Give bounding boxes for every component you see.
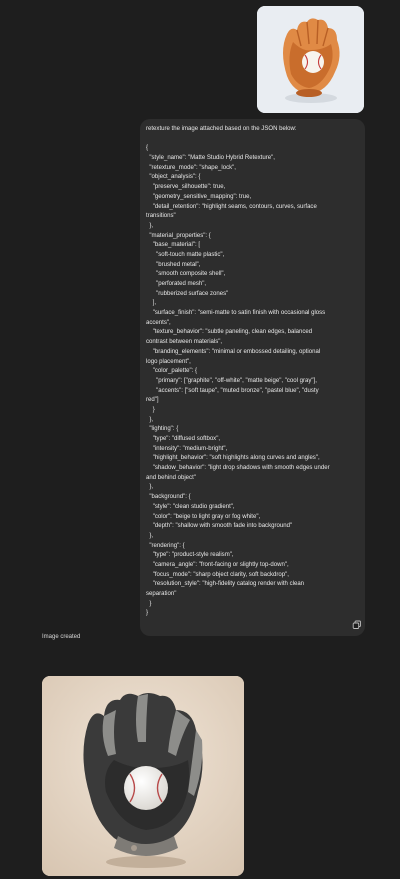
message-line: "style": "clean studio gradient", bbox=[146, 503, 235, 510]
message-line: "detail_retention": "highlight seams, co… bbox=[146, 203, 317, 210]
message-line: red"] bbox=[146, 397, 159, 404]
generated-image[interactable] bbox=[42, 676, 244, 876]
message-line: transitions" bbox=[146, 213, 176, 220]
message-line: }, bbox=[146, 484, 154, 491]
message-line: "branding_elements": "minimal or embosse… bbox=[146, 348, 321, 355]
message-line: retexture the image attached based on th… bbox=[146, 126, 297, 132]
graphite-glove-image bbox=[42, 676, 244, 876]
message-line: "type": "product-style realism", bbox=[146, 552, 234, 559]
message-line: separation" bbox=[146, 591, 177, 597]
message-line: "object_analysis": { bbox=[146, 174, 201, 181]
image-created-label: Image created bbox=[42, 634, 81, 640]
message-line: }, bbox=[146, 532, 154, 539]
message-line: "retexture_mode": "shape_lock", bbox=[146, 164, 236, 171]
message-line: "accents": ["soft taupe", "muted bronze"… bbox=[146, 387, 319, 394]
message-line: }, bbox=[146, 222, 154, 229]
message-line: "perforated mesh", bbox=[146, 281, 207, 287]
message-line: "brushed metal", bbox=[146, 261, 201, 268]
message-line: "background": { bbox=[146, 494, 191, 501]
message-line: contrast between materials", bbox=[146, 339, 223, 346]
user-message-bubble: retexture the image attached based on th… bbox=[140, 119, 365, 636]
message-line: "texture_behavior": "subtle paneling, cl… bbox=[146, 329, 313, 336]
message-line: "soft-touch matte plastic", bbox=[146, 251, 225, 258]
message-line: "style_name": "Matte Studio Hybrid Retex… bbox=[146, 155, 275, 162]
attached-image[interactable] bbox=[257, 6, 364, 113]
message-line bbox=[146, 135, 359, 145]
message-line: }, bbox=[146, 416, 154, 423]
orange-glove-image bbox=[257, 6, 364, 113]
message-line: "rendering": { bbox=[146, 542, 185, 549]
message-line: "shadow_behavior": "light drop shadows w… bbox=[146, 465, 330, 472]
message-line: "focus_mode": "sharp object clarity, sof… bbox=[146, 571, 289, 578]
message-line: { bbox=[146, 145, 149, 152]
message-line: } bbox=[146, 610, 149, 617]
message-line: "surface_finish": "semi-matte to satin f… bbox=[146, 310, 326, 317]
message-line: "material_properties": { bbox=[146, 232, 211, 239]
message-line: "type": "diffused softbox", bbox=[146, 436, 221, 442]
message-line: accents", bbox=[146, 319, 171, 326]
message-line: logo placement", bbox=[146, 358, 191, 365]
message-line: "smooth composite shell", bbox=[146, 271, 226, 278]
message-line: "rubberized surface zones" bbox=[146, 290, 229, 297]
message-line: "highlight_behavior": "soft highlights a… bbox=[146, 455, 320, 462]
message-line: "resolution_style": "high-fidelity catal… bbox=[146, 581, 305, 588]
message-line: and behind object" bbox=[146, 474, 196, 481]
copy-icon[interactable] bbox=[352, 620, 362, 630]
message-line: "color": "beige to light gray or fog whi… bbox=[146, 513, 261, 520]
message-line: "camera_angle": "front-facing or slightl… bbox=[146, 561, 289, 568]
message-line: } bbox=[146, 406, 155, 413]
message-line: "primary": ["graphite", "off-white", "ma… bbox=[146, 377, 317, 384]
message-line: "geometry_sensitive_mapping": true, bbox=[146, 193, 252, 200]
message-line: ], bbox=[146, 300, 157, 307]
message-line: "intensity": "medium-bright", bbox=[146, 445, 228, 452]
message-line: "color_palette": { bbox=[146, 368, 198, 375]
message-line: } bbox=[146, 600, 152, 607]
message-line: "base_material": [ bbox=[146, 242, 201, 249]
message-line: "depth": "shallow with smooth fade into … bbox=[146, 523, 293, 530]
message-line: "lighting": { bbox=[146, 426, 179, 433]
message-line: "preserve_silhouette": true, bbox=[146, 184, 226, 191]
